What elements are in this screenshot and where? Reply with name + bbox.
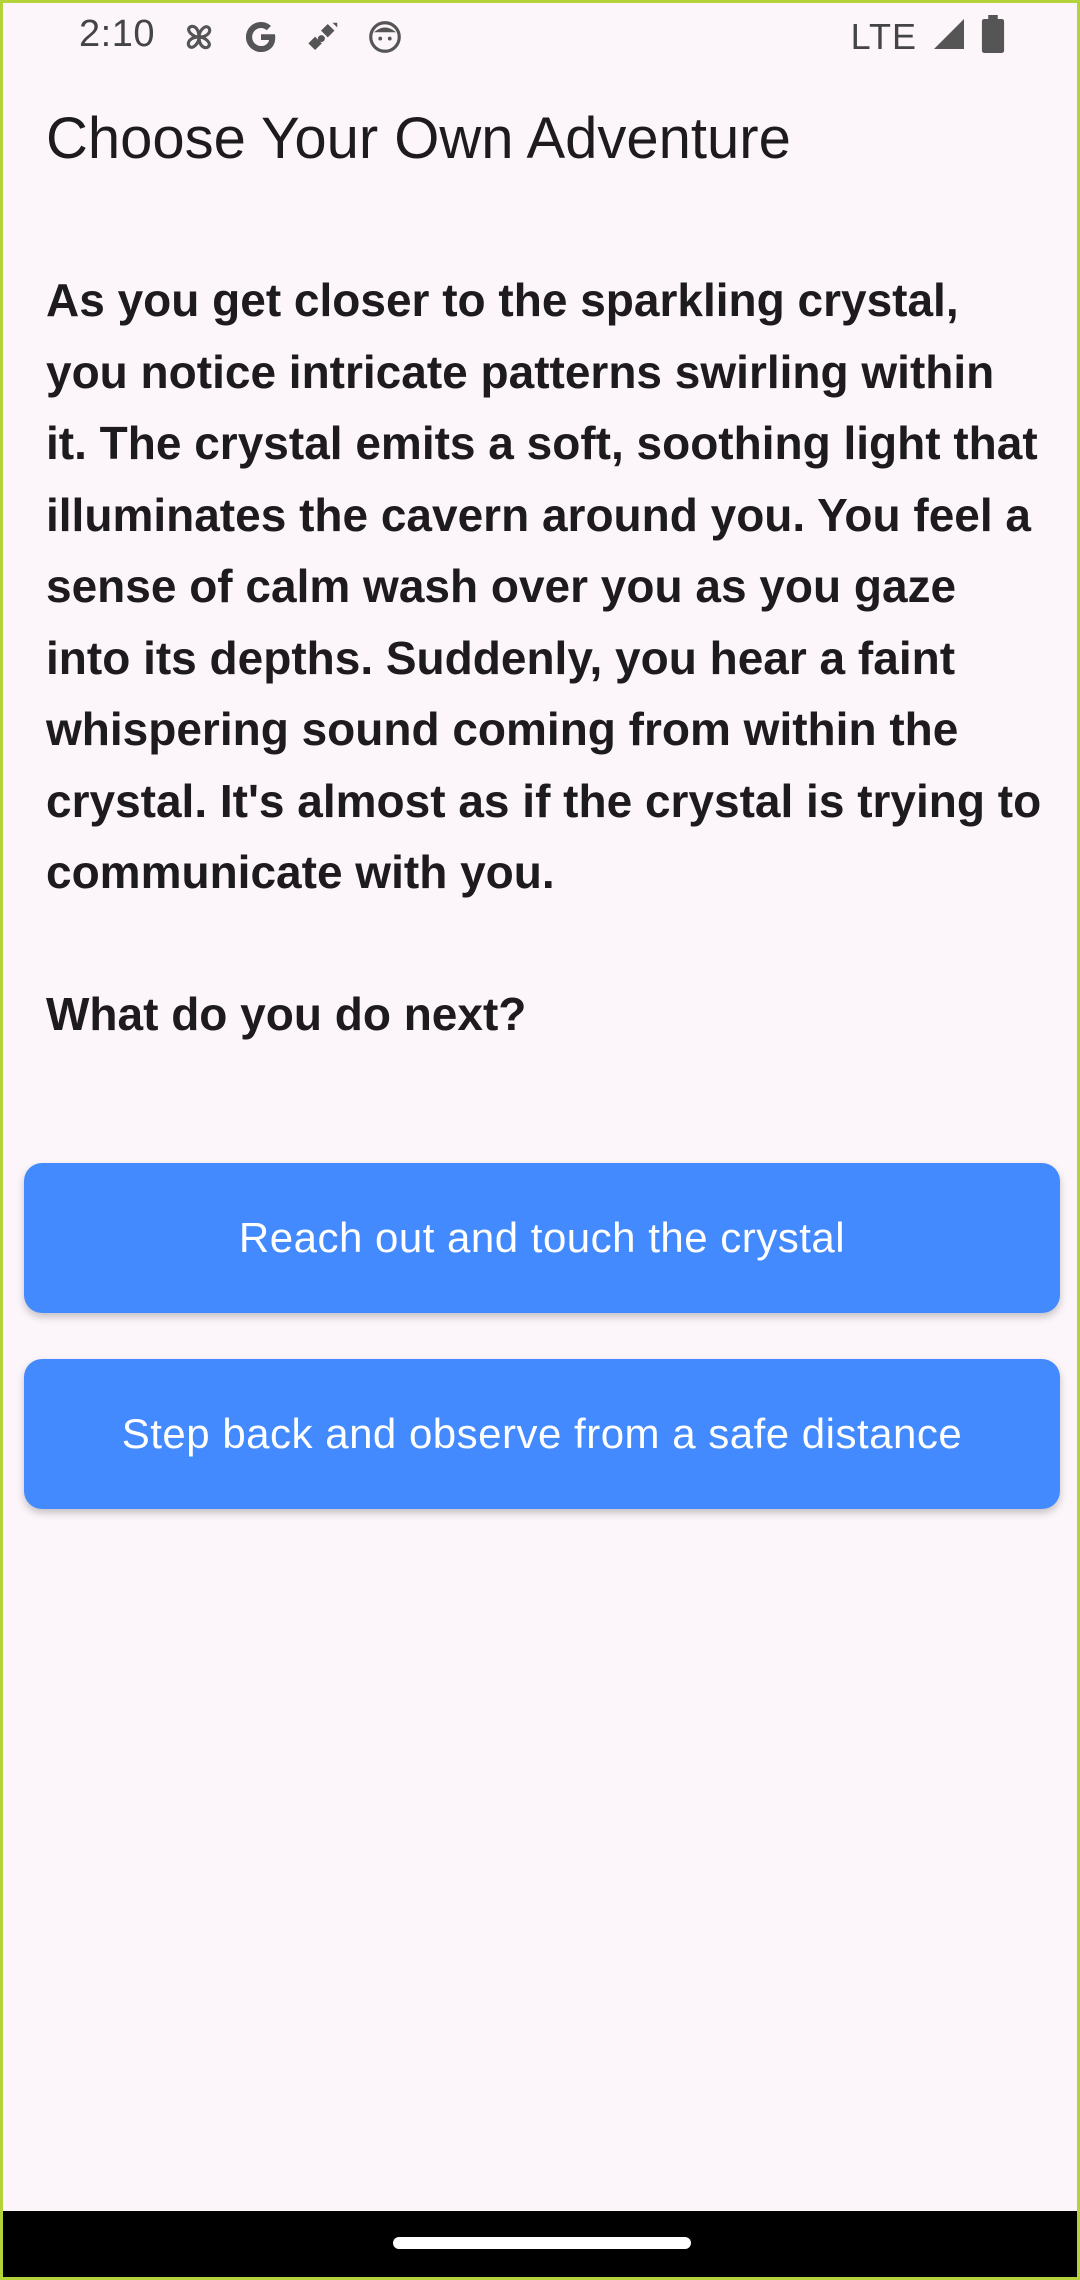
pinwheel-icon [179, 17, 219, 57]
satellite-icon [303, 17, 343, 57]
observe-button[interactable]: Step back and observe from a safe distan… [24, 1359, 1060, 1509]
face-icon [365, 17, 405, 57]
navigation-bar [3, 2211, 1077, 2277]
home-gesture-handle[interactable] [393, 2237, 691, 2249]
notification-icons [179, 17, 405, 57]
story-prompt: What do you do next? [46, 988, 527, 1040]
touch-crystal-button[interactable]: Reach out and touch the crystal [24, 1163, 1060, 1313]
app-screen: 2:10 LTE Choose Your Own Adventure As yo… [0, 0, 1080, 2280]
choice-label: Step back and observe from a safe distan… [121, 1410, 963, 1457]
network-type: LTE [850, 15, 917, 57]
status-bar: 2:10 LTE [3, 3, 1077, 75]
story-text: As you get closer to the sparkling cryst… [46, 274, 1042, 898]
choice-label: Reach out and touch the crystal [238, 1214, 846, 1261]
signal-icon [931, 16, 967, 57]
battery-icon [981, 15, 1005, 58]
system-status: LTE [851, 15, 1005, 58]
status-time: 2:10 [79, 13, 155, 55]
page-title: Choose Your Own Adventure [46, 106, 791, 171]
google-icon [241, 17, 281, 57]
